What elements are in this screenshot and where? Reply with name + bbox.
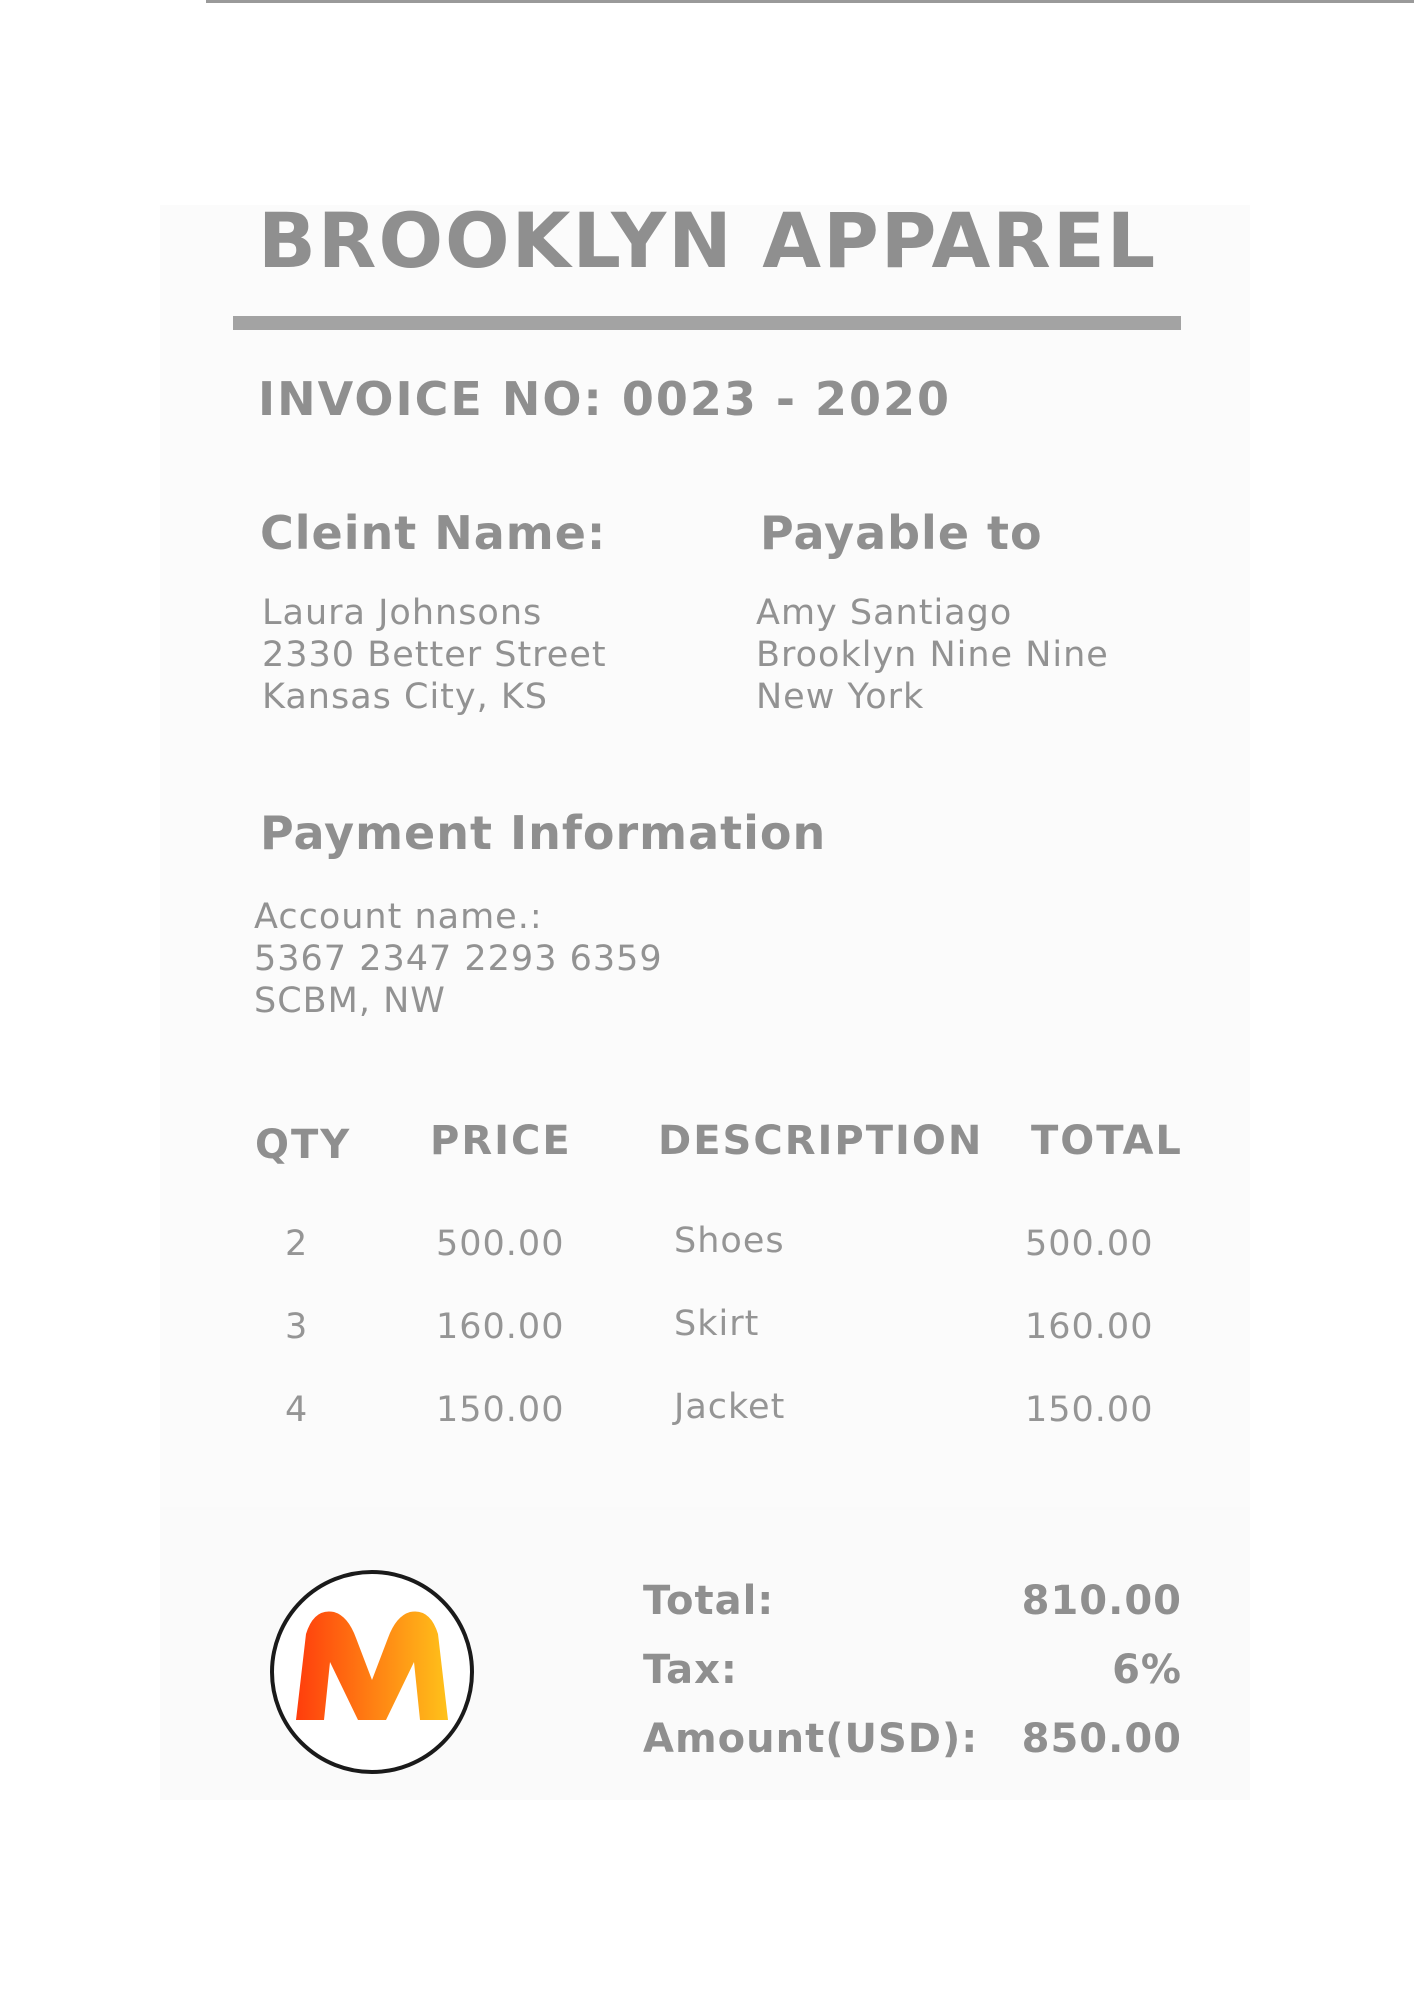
client-name: Laura Johnsons [262,593,543,633]
row-2-price: 160.00 [436,1307,565,1347]
client-street: 2330 Better Street [262,635,607,675]
total-column-header: TOTAL [1031,1118,1183,1164]
payment-details: Account name.: 5367 2347 2293 6359 SCBM,… [254,896,663,1022]
tax-value: 6% [1112,1647,1182,1693]
payable-to-heading: Payable to [760,506,1043,560]
amount-value: 850.00 [1021,1716,1182,1762]
company-name: BROOKLYN APPAREL [258,196,1158,285]
row-1-description: Shoes [674,1221,785,1261]
bank-branch: SCBM, NW [254,981,446,1021]
row-1-price: 500.00 [436,1224,565,1264]
client-name-heading: Cleint Name: [260,506,607,560]
qty-column-header: QTY [255,1122,352,1168]
invoice-number: INVOICE NO: 0023 - 2020 [258,372,952,426]
client-address: Laura Johnsons 2330 Better Street Kansas… [262,592,607,718]
row-3-qty: 4 [285,1390,309,1430]
description-column-header: DESCRIPTION [658,1118,984,1164]
row-1-total: 500.00 [1025,1224,1154,1264]
payable-address: Amy Santiago Brooklyn Nine Nine New York [756,592,1109,718]
tax-label: Tax: [643,1647,738,1693]
account-number: 5367 2347 2293 6359 [254,939,663,979]
payable-name: Amy Santiago [756,593,1013,633]
payable-city: New York [756,677,925,717]
account-name-label: Account name.: [254,897,543,937]
row-1-qty: 2 [285,1224,309,1264]
row-2-total: 160.00 [1025,1307,1154,1347]
m-logo-icon [270,1570,474,1774]
row-3-description: Jacket [674,1387,786,1427]
payment-info-heading: Payment Information [260,806,827,860]
row-2-qty: 3 [285,1307,309,1347]
payable-company: Brooklyn Nine Nine [756,635,1109,675]
row-2-description: Skirt [674,1304,760,1344]
top-border-line [206,0,1414,3]
amount-label: Amount(USD): [643,1716,979,1762]
row-3-total: 150.00 [1025,1390,1154,1430]
price-column-header: PRICE [430,1118,572,1164]
total-value: 810.00 [1021,1578,1182,1624]
title-divider [233,316,1181,330]
brand-logo [268,1568,476,1776]
client-city: Kansas City, KS [262,677,549,717]
row-3-price: 150.00 [436,1390,565,1430]
total-label: Total: [643,1578,775,1624]
